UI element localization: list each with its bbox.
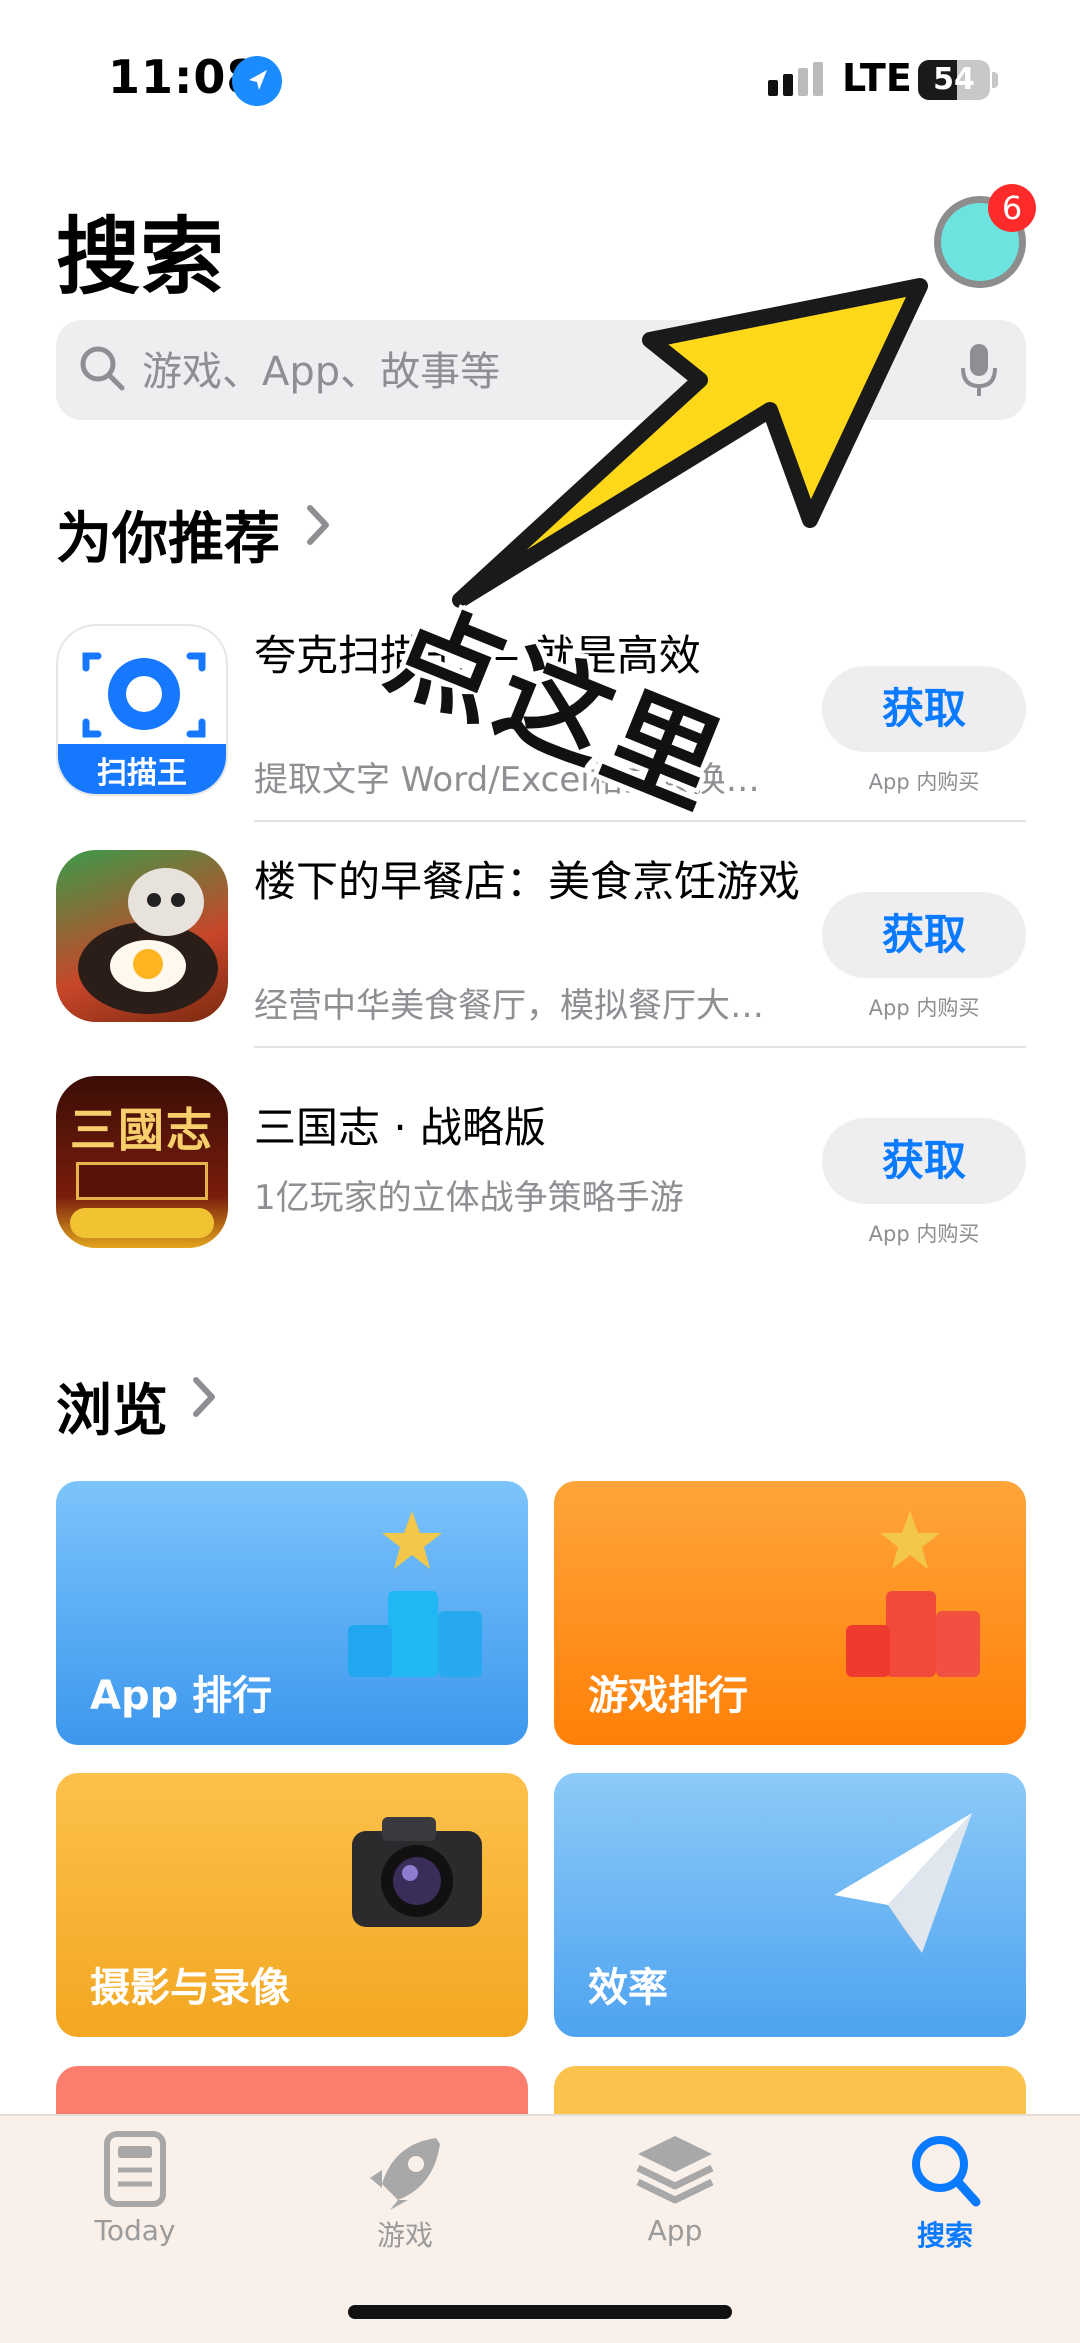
tile-label: 摄影与录像	[90, 1965, 290, 2011]
in-app-purchase-note: App 内购买	[868, 1222, 980, 1246]
tile-label: 效率	[588, 1965, 668, 2011]
app-subtitle: 经营中华美食餐厅，模拟餐厅大…	[254, 986, 764, 1026]
tab-label: App	[647, 2214, 703, 2247]
section-title-browse[interactable]: 浏览	[56, 1366, 168, 1447]
browse-tile-photo-video[interactable]: 摄影与录像	[56, 1773, 528, 2037]
search-icon	[912, 2136, 981, 2207]
app-icon-three-kingdoms[interactable]: 三國志	[56, 1076, 228, 1248]
tab-search[interactable]: 搜索	[810, 2130, 1080, 2254]
today-icon	[104, 2131, 166, 2207]
microphone-icon[interactable]	[958, 342, 1000, 400]
app-subtitle: 1亿玩家的立体战争策略手游	[254, 1178, 684, 1218]
layers-icon	[636, 2136, 714, 2204]
podium-icon	[348, 1511, 482, 1677]
tab-label: 搜索	[916, 2219, 973, 2252]
browse-tile-game-charts[interactable]: 游戏排行	[554, 1481, 1026, 1745]
tab-games[interactable]: 游戏	[270, 2130, 540, 2254]
app-title[interactable]: 楼下的早餐店：美食烹饪游戏	[254, 854, 814, 910]
icon-ribbon	[70, 1208, 214, 1238]
app-icon-label: 三國志	[70, 1103, 214, 1157]
browse-tile-app-charts[interactable]: App 排行	[56, 1481, 528, 1745]
battery-percent: 54	[933, 62, 975, 97]
divider	[254, 820, 1026, 822]
tab-label: Today	[94, 2214, 176, 2247]
divider	[254, 1046, 1026, 1048]
app-icon-breakfast-shop[interactable]	[56, 850, 228, 1022]
browse-tile-productivity[interactable]: 效率	[554, 1773, 1026, 2037]
chevron-right-icon	[193, 1377, 215, 1417]
get-button[interactable]: 获取	[822, 1118, 1026, 1204]
paper-plane-icon	[834, 1813, 972, 1953]
search-icon	[80, 346, 125, 391]
rocket-icon	[370, 2138, 440, 2210]
in-app-purchase-note: App 内购买	[868, 770, 980, 794]
signal-icon	[768, 62, 823, 96]
tile-label: App 排行	[90, 1673, 273, 1719]
app-title[interactable]: 三国志 · 战略版	[254, 1100, 814, 1156]
icon-banner	[76, 1162, 208, 1200]
app-icon-quark-scanner[interactable]: 扫描王	[56, 624, 228, 796]
app-icon-label: 扫描王	[97, 756, 187, 791]
notification-badge: 6	[988, 184, 1036, 232]
home-indicator[interactable]	[348, 2305, 732, 2319]
podium-icon	[846, 1511, 980, 1677]
in-app-purchase-note: App 内购买	[868, 996, 980, 1020]
tab-apps[interactable]: App	[540, 2130, 810, 2247]
location-icon	[232, 56, 282, 106]
chevron-right-icon	[307, 505, 329, 545]
tile-label: 游戏排行	[588, 1673, 748, 1719]
network-label: LTE	[842, 56, 912, 100]
get-button[interactable]: 获取	[822, 892, 1026, 978]
battery-nub	[992, 72, 998, 88]
camera-icon	[352, 1817, 482, 1927]
tab-label: 游戏	[376, 2219, 433, 2252]
pointer-arrow-annotation	[452, 278, 928, 608]
get-button[interactable]: 获取	[822, 666, 1026, 752]
battery-icon: 54	[918, 60, 990, 100]
tab-today[interactable]: Today	[0, 2130, 270, 2247]
section-title-recommended[interactable]: 为你推荐	[56, 494, 280, 575]
page-title: 搜索	[56, 208, 225, 306]
